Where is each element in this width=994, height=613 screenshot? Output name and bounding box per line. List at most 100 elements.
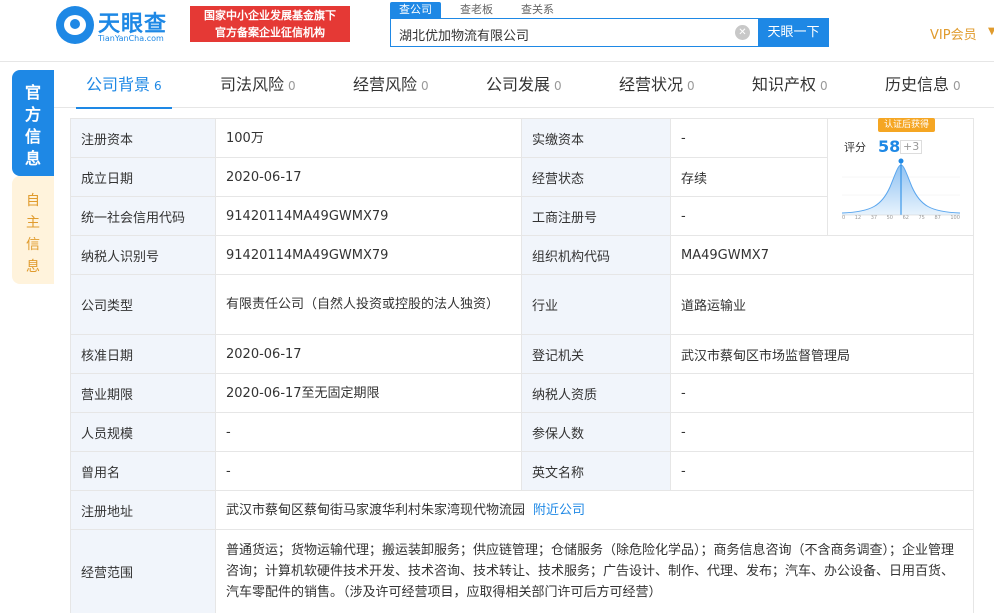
tab-count: 6 xyxy=(154,79,162,93)
field-value: 武汉市蔡甸区市场监督管理局 xyxy=(671,335,974,373)
field-label: 统一社会信用代码 xyxy=(70,197,216,235)
tab-intellectual-property[interactable]: 知识产权 0 xyxy=(752,62,828,108)
side-tab-official-info[interactable]: 官 方 信 息 xyxy=(12,70,54,176)
tab-operating-risk[interactable]: 经营风险 0 xyxy=(353,62,429,108)
tick-label: 50 xyxy=(886,215,893,221)
logo-eye-icon xyxy=(56,6,94,44)
score-value: 58 xyxy=(878,137,901,156)
tick-label: 100 xyxy=(950,215,960,221)
field-label: 工商注册号 xyxy=(522,197,671,235)
field-value: 100万 xyxy=(216,119,522,157)
field-value: 道路运输业 xyxy=(671,275,974,334)
address-cell: 武汉市蔡甸区蔡甸街马家渡华利村朱家湾现代物流园 附近公司 xyxy=(216,491,974,529)
field-value: 2020-06-17 xyxy=(216,335,522,373)
field-label: 注册地址 xyxy=(70,491,216,529)
field-value: 普通货运；货物运输代理；搬运装卸服务；供应链管理；仓储服务（除危险化学品）；商务… xyxy=(216,530,974,613)
tab-label: 经营风险 xyxy=(353,75,418,94)
field-label: 营业期限 xyxy=(70,374,216,412)
tab-count: 0 xyxy=(554,79,562,93)
tab-count: 0 xyxy=(687,79,695,93)
field-label: 纳税人识别号 xyxy=(70,236,216,274)
side-tab-char: 主 xyxy=(26,215,40,231)
side-tab-char: 息 xyxy=(24,149,41,168)
field-label: 注册资本 xyxy=(70,119,216,157)
search-input[interactable]: 湖北优加物流有限公司 ✕ xyxy=(390,18,758,47)
tab-label: 公司背景 xyxy=(86,75,151,94)
table-row: 注册地址 武汉市蔡甸区蔡甸街马家渡华利村朱家湾现代物流园 附近公司 xyxy=(70,491,974,530)
field-label: 经营状态 xyxy=(522,158,671,196)
field-value: 武汉市蔡甸区蔡甸街马家渡华利村朱家湾现代物流园 xyxy=(226,502,526,518)
slogan-line-2: 官方备案企业征信机构 xyxy=(215,26,325,39)
score-distribution-curve xyxy=(842,158,960,216)
search-tab-relation[interactable]: 查关系 xyxy=(512,2,563,18)
field-value: 存续 xyxy=(671,158,828,196)
score-marker-dot xyxy=(898,158,904,164)
tab-legal-risk[interactable]: 司法风险 0 xyxy=(220,62,296,108)
tick-label: 0 xyxy=(842,215,846,221)
field-label: 英文名称 xyxy=(522,452,671,490)
field-label: 实缴资本 xyxy=(522,119,671,157)
field-label: 成立日期 xyxy=(70,158,216,196)
tab-label: 历史信息 xyxy=(885,75,950,94)
side-tab-self-info[interactable]: 自 主 信 息 xyxy=(12,176,54,284)
field-value: 91420114MA49GWMX79 xyxy=(216,236,522,274)
tab-company-development[interactable]: 公司发展 0 xyxy=(486,62,562,108)
search-input-value: 湖北优加物流有限公司 xyxy=(399,29,530,44)
tianyancha-logo[interactable]: 天眼查 TianYanCha.com xyxy=(56,6,180,46)
table-row: 营业期限 2020-06-17至无固定期限 纳税人资质 - xyxy=(70,374,974,413)
search-tab-company[interactable]: 查公司 xyxy=(390,2,441,18)
side-tab-char: 自 xyxy=(26,193,40,209)
side-tab-char: 官 xyxy=(24,83,41,102)
table-row: 公司类型 有限责任公司（自然人投资或控股的法人独资） 行业 道路运输业 xyxy=(70,275,974,335)
slogan-banner: 国家中小企业发展基金旗下 官方备案企业征信机构 xyxy=(190,6,350,42)
field-value: 有限责任公司（自然人投资或控股的法人独资） xyxy=(216,275,522,334)
field-value: 2020-06-17至无固定期限 xyxy=(216,374,522,412)
field-label: 参保人数 xyxy=(522,413,671,451)
score-axis-ticks: 0 12 37 50 62 75 87 100 xyxy=(842,215,960,221)
field-label: 核准日期 xyxy=(70,335,216,373)
tab-label: 知识产权 xyxy=(752,75,817,94)
field-label: 公司类型 xyxy=(70,275,216,334)
field-value: - xyxy=(671,413,974,451)
side-tab-char: 方 xyxy=(24,105,41,124)
table-row: 核准日期 2020-06-17 登记机关 武汉市蔡甸区市场监督管理局 xyxy=(70,335,974,374)
slogan-line-1: 国家中小企业发展基金旗下 xyxy=(204,9,336,22)
field-value: - xyxy=(671,197,828,235)
score-label: 评分 xyxy=(844,141,866,154)
search-type-tabs: 查公司 查老板 查关系 xyxy=(390,2,573,18)
tick-label: 62 xyxy=(902,215,909,221)
table-row: 曾用名 - 英文名称 - xyxy=(70,452,974,491)
field-value: - xyxy=(216,452,522,490)
field-label: 曾用名 xyxy=(70,452,216,490)
table-row: 纳税人识别号 91420114MA49GWMX79 组织机构代码 MA49GWM… xyxy=(70,236,974,275)
top-header: 天眼查 TianYanCha.com 国家中小企业发展基金旗下 官方备案企业征信… xyxy=(0,0,994,62)
nearby-companies-link[interactable]: 附近公司 xyxy=(533,500,585,521)
field-label: 人员规模 xyxy=(70,413,216,451)
tick-label: 75 xyxy=(918,215,925,221)
field-label: 组织机构代码 xyxy=(522,236,671,274)
tab-label: 公司发展 xyxy=(486,75,551,94)
field-value: 2020-06-17 xyxy=(216,158,522,196)
score-card[interactable]: 认证后获得 评分 58 +3 0 12 37 50 62 75 87 100 xyxy=(828,118,974,235)
field-label: 行业 xyxy=(522,275,671,334)
search-button[interactable]: 天眼一下 xyxy=(758,18,829,47)
tab-label: 司法风险 xyxy=(220,75,285,94)
table-row: 人员规模 - 参保人数 - xyxy=(70,413,974,452)
field-value: - xyxy=(671,374,974,412)
tab-operating-status[interactable]: 经营状况 0 xyxy=(619,62,695,108)
score-badge: 认证后获得 xyxy=(878,118,936,132)
clear-icon[interactable]: ✕ xyxy=(735,25,750,40)
side-tab-char: 信 xyxy=(26,237,40,253)
tab-count: 0 xyxy=(288,79,296,93)
chevron-down-icon: ▼ xyxy=(988,26,994,37)
field-label: 登记机关 xyxy=(522,335,671,373)
logo-domain: TianYanCha.com xyxy=(98,34,164,43)
search-tab-boss[interactable]: 查老板 xyxy=(451,2,502,18)
tab-company-background[interactable]: 公司背景 6 xyxy=(76,62,172,109)
field-value: - xyxy=(671,452,974,490)
tab-history[interactable]: 历史信息 0 xyxy=(885,62,961,108)
field-value: MA49GWMX7 xyxy=(671,236,974,274)
vip-member-link[interactable]: VIP会员 xyxy=(930,24,977,43)
tick-label: 12 xyxy=(854,215,862,221)
tab-label: 经营状况 xyxy=(619,75,684,94)
